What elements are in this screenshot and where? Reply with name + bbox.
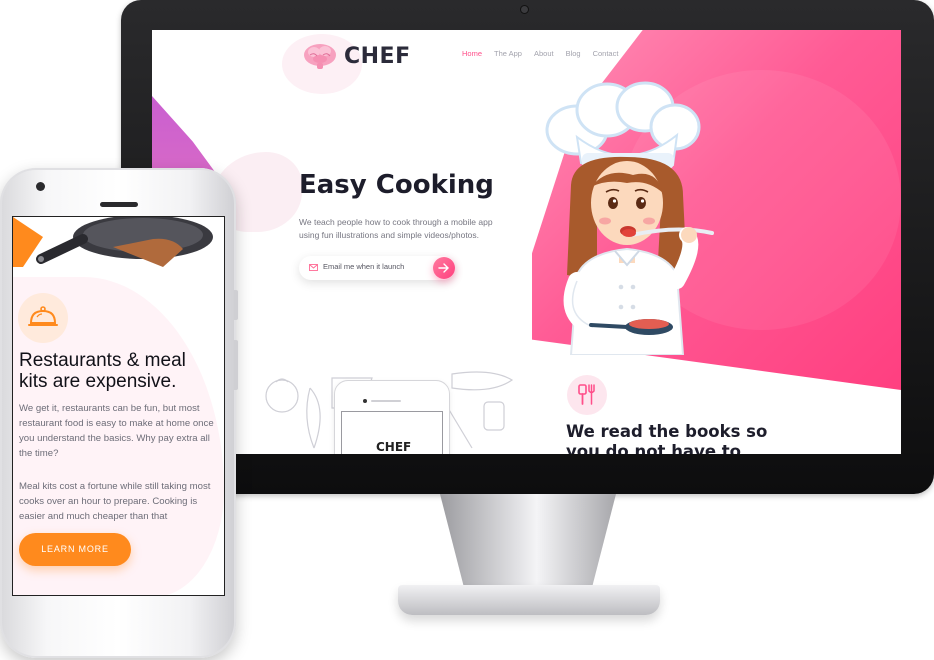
arrow-right-icon (438, 263, 449, 273)
mini-phone-screen: CHEF (341, 411, 443, 454)
feature-title: We read the books so you do not have to (566, 422, 768, 454)
nav-item-about[interactable]: About (534, 49, 554, 58)
frying-pan-illustration (13, 217, 213, 267)
mobile-paragraph-1: We get it, restaurants can be fun, but m… (19, 403, 214, 459)
brand-logo[interactable]: CHEF (302, 42, 411, 70)
hero-subtitle: We teach people how to cook through a mo… (299, 217, 493, 240)
phone-side-button (234, 290, 238, 320)
nav-item-the-app[interactable]: The App (494, 49, 522, 58)
mini-phone-brand: CHEF (376, 440, 412, 454)
mobile-screen: Restaurants & meal kits are expensive. W… (12, 216, 225, 596)
brain-icon (304, 44, 336, 69)
mini-phone-speaker (371, 400, 401, 402)
cloche-icon-wrap (18, 293, 68, 343)
nav-item-blog[interactable]: Blog (566, 49, 581, 58)
submit-email-button[interactable] (433, 257, 455, 279)
phone-speaker (100, 202, 138, 207)
mobile-paragraph-2: Meal kits cost a fortune while still tak… (19, 481, 211, 522)
mockup-stage: CHEF Home The App About Blog Contact Eas… (0, 0, 934, 660)
main-nav: Home The App About Blog Contact (462, 49, 618, 58)
phone-camera (36, 182, 45, 191)
chef-illustration (545, 81, 714, 355)
mini-phone-preview: CHEF (334, 380, 450, 454)
kitchen-tools-icon (578, 384, 595, 405)
brand-name: CHEF (344, 43, 411, 69)
imac-foot (398, 585, 660, 615)
feature-icon (567, 375, 607, 415)
desktop-screen: CHEF Home The App About Blog Contact Eas… (152, 30, 901, 454)
nav-item-home[interactable]: Home (462, 49, 482, 58)
phone-side-button (234, 340, 238, 390)
mail-icon (309, 264, 318, 271)
mobile-section-title: Restaurants & meal kits are expensive. (19, 350, 186, 392)
email-field[interactable]: Email me when it launch (299, 256, 455, 280)
cloche-icon (28, 306, 58, 326)
learn-more-button[interactable]: LEARN MORE (19, 533, 131, 566)
nav-item-contact[interactable]: Contact (593, 49, 619, 58)
imac-camera (521, 6, 528, 13)
mini-phone-camera (363, 399, 367, 403)
hero-title: Easy Cooking (299, 170, 494, 200)
imac-stand (440, 494, 616, 590)
email-placeholder: Email me when it launch (323, 262, 405, 271)
